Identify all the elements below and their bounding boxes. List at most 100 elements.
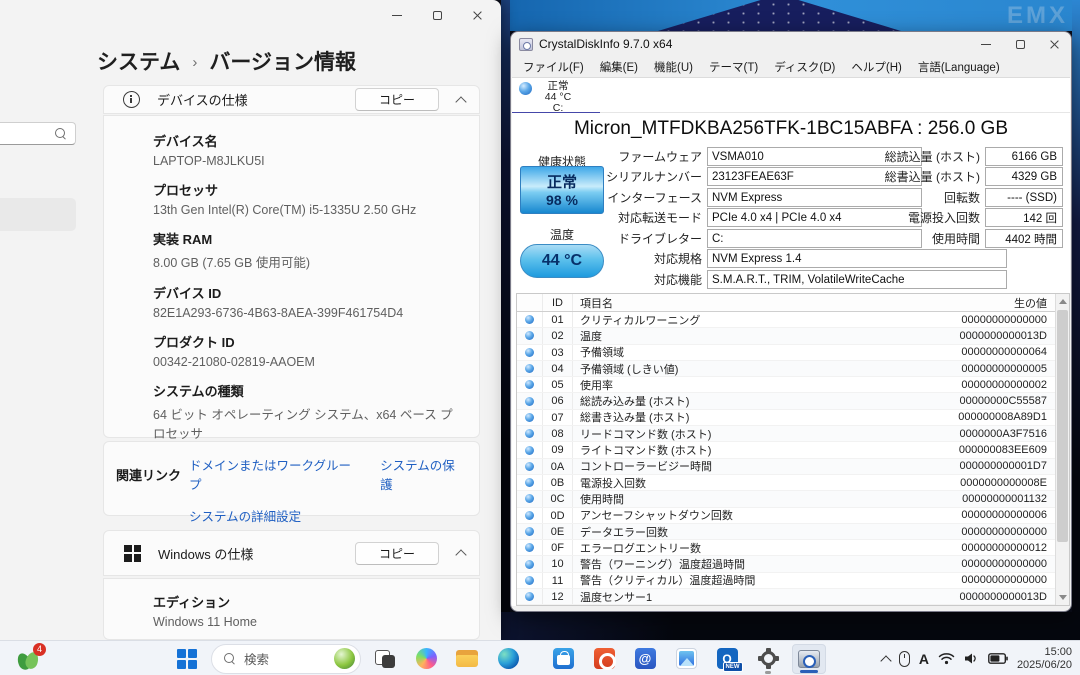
scrollbar-thumb[interactable]: [1057, 310, 1068, 542]
copy-device-spec-button[interactable]: コピー: [355, 88, 439, 111]
smart-row[interactable]: 01 クリティカルワーニング 00000000000000: [517, 312, 1055, 328]
mail-app-button[interactable]: @: [628, 644, 662, 674]
minimize-button[interactable]: [377, 0, 417, 30]
volume-icon[interactable]: [964, 652, 979, 665]
smart-row[interactable]: 12 温度センサー1 0000000000013D: [517, 589, 1055, 605]
smart-row[interactable]: 0D アンセーフシャットダウン回数 00000000000006: [517, 508, 1055, 524]
store-button[interactable]: [546, 644, 580, 674]
related-links-card: 関連リンク ドメインまたはワークグループシステムの保護 システムの詳細設定: [103, 441, 480, 516]
disk-info-label: 対応規格: [512, 250, 707, 267]
smart-row[interactable]: 0A コントローラービジー時間 000000000001D7: [517, 459, 1055, 475]
close-button[interactable]: [1037, 33, 1071, 56]
sidebar-item-selected[interactable]: [0, 198, 76, 231]
settings-search-input[interactable]: [0, 122, 76, 145]
disk-info-label: ファームウェア: [512, 148, 707, 165]
row-name: 総書き込み量 (ホスト): [573, 409, 905, 425]
wifi-icon[interactable]: [938, 652, 955, 665]
taskbar-overflow-app[interactable]: 4: [16, 646, 44, 672]
breadcrumb-parent[interactable]: システム: [97, 46, 180, 76]
copilot-button[interactable]: [409, 644, 443, 674]
file-explorer-button[interactable]: [450, 644, 484, 674]
maximize-button[interactable]: [417, 0, 457, 30]
smart-row[interactable]: 06 総読み込み量 (ホスト) 00000000C55587: [517, 393, 1055, 409]
smart-row[interactable]: 0E データエラー回数 00000000000000: [517, 524, 1055, 540]
row-id: 04: [543, 361, 573, 376]
status-dot-icon: [525, 494, 534, 503]
orange-app-button[interactable]: [587, 644, 621, 674]
menu-item[interactable]: ディスク(D): [766, 59, 843, 75]
menu-item[interactable]: 言語(Language): [910, 59, 1008, 75]
disk-tab-c[interactable]: 正常 44 °C C:: [512, 78, 600, 114]
smart-row[interactable]: 02 温度 0000000000013D: [517, 328, 1055, 344]
task-view-button[interactable]: [368, 644, 402, 674]
smart-table-scrollbar[interactable]: [1055, 294, 1069, 605]
device-spec-card-header[interactable]: デバイスの仕様 コピー: [103, 85, 480, 114]
menu-item[interactable]: 編集(E): [592, 59, 646, 75]
status-dot-icon: [525, 592, 534, 601]
smart-row[interactable]: 09 ライトコマンド数 (ホスト) 000000083EE609: [517, 442, 1055, 458]
breadcrumb-separator-icon: ›: [192, 52, 197, 71]
search-icon: [55, 128, 67, 140]
row-status-cell: [517, 410, 543, 425]
row-name: 温度センサー1: [573, 589, 905, 605]
smart-row[interactable]: 0C 使用時間 00000000001132: [517, 491, 1055, 507]
smart-row[interactable]: 0F エラーログエントリー数 00000000000012: [517, 540, 1055, 556]
row-name: アンセーフシャットダウン回数: [573, 507, 905, 523]
mouse-tray-icon[interactable]: [899, 651, 910, 667]
taskbar-tray: A 15:00 2025/06/20: [882, 641, 1072, 675]
settings-app-button[interactable]: [751, 644, 785, 674]
photos-app-button[interactable]: [669, 644, 703, 674]
copy-windows-spec-button[interactable]: コピー: [355, 542, 439, 565]
start-button[interactable]: [170, 644, 204, 674]
row-name: 使用率: [573, 377, 905, 393]
ime-indicator[interactable]: A: [919, 651, 929, 667]
smart-row[interactable]: 0B 電源投入回数 0000000000008E: [517, 475, 1055, 491]
row-raw-value: 000000083EE609: [905, 444, 1055, 456]
related-link[interactable]: ドメインまたはワークグループ: [189, 455, 354, 493]
smart-row[interactable]: 04 予備領域 (しきい値) 00000000000005: [517, 361, 1055, 377]
outlook-button[interactable]: O NEW: [710, 644, 744, 674]
chevron-up-icon[interactable]: [455, 96, 466, 107]
row-raw-value: 00000000000000: [905, 558, 1055, 570]
notification-badge: 4: [33, 643, 46, 656]
menu-item[interactable]: ファイル(F): [515, 59, 592, 75]
row-raw-value: 00000000001132: [905, 493, 1055, 505]
windows-spec-title: Windows の仕様: [158, 544, 253, 563]
tray-chevron-up-icon[interactable]: [880, 655, 891, 666]
disk-info-value: 4329 GB: [985, 167, 1063, 186]
close-button[interactable]: [457, 0, 497, 30]
chevron-up-icon[interactable]: [455, 549, 466, 560]
folder-icon: [456, 650, 478, 668]
smart-row[interactable]: 07 総書き込み量 (ホスト) 000000008A89D1: [517, 410, 1055, 426]
windows-spec-card-header[interactable]: Windows の仕様 コピー: [103, 530, 480, 576]
row-raw-value: 0000000A3F7516: [905, 428, 1055, 440]
smart-row[interactable]: 03 予備領域 00000000000064: [517, 345, 1055, 361]
menu-item[interactable]: 機能(U): [646, 59, 701, 75]
device-spec-field: 実装 RAM 8.00 GB (7.65 GB 使用可能): [153, 229, 463, 271]
taskbar-search[interactable]: 検索: [211, 644, 361, 674]
desktop-wallpaper-top: EMX: [501, 0, 1080, 31]
status-dot-icon: [525, 511, 534, 520]
smart-row[interactable]: 08 リードコマンド数 (ホスト) 0000000A3F7516: [517, 426, 1055, 442]
taskbar-clock[interactable]: 15:00 2025/06/20: [1017, 646, 1072, 672]
smart-row[interactable]: 10 警告（ワーニング）温度超過時間 00000000000000: [517, 556, 1055, 572]
related-link-advanced[interactable]: システムの詳細設定: [189, 510, 301, 524]
menu-item[interactable]: テーマ(T): [701, 59, 766, 75]
field-label: プロセッサ: [153, 180, 463, 199]
menu-item[interactable]: ヘルプ(H): [843, 59, 909, 75]
smart-row[interactable]: 11 警告（クリティカル）温度超過時間 00000000000000: [517, 573, 1055, 589]
battery-icon[interactable]: [988, 653, 1008, 664]
disk-info-row: 総読込量 (ホスト) 6166 GB: [792, 147, 1063, 166]
field-value: 13th Gen Intel(R) Core(TM) i5-1335U 2.50…: [153, 203, 463, 217]
row-name: 温度: [573, 328, 905, 344]
related-link[interactable]: システムの保護: [380, 455, 463, 493]
crystaldiskinfo-taskbar-button[interactable]: [792, 644, 826, 674]
minimize-button[interactable]: [969, 33, 1003, 56]
row-id: 05: [543, 377, 573, 392]
status-dot-icon: [525, 397, 534, 406]
disk-title: Micron_MTFDKBA256TFK-1BC15ABFA : 256.0 G…: [512, 118, 1070, 140]
edge-button[interactable]: [491, 644, 525, 674]
row-id: 0B: [543, 475, 573, 490]
smart-row[interactable]: 05 使用率 00000000000002: [517, 377, 1055, 393]
maximize-button[interactable]: [1003, 33, 1037, 56]
